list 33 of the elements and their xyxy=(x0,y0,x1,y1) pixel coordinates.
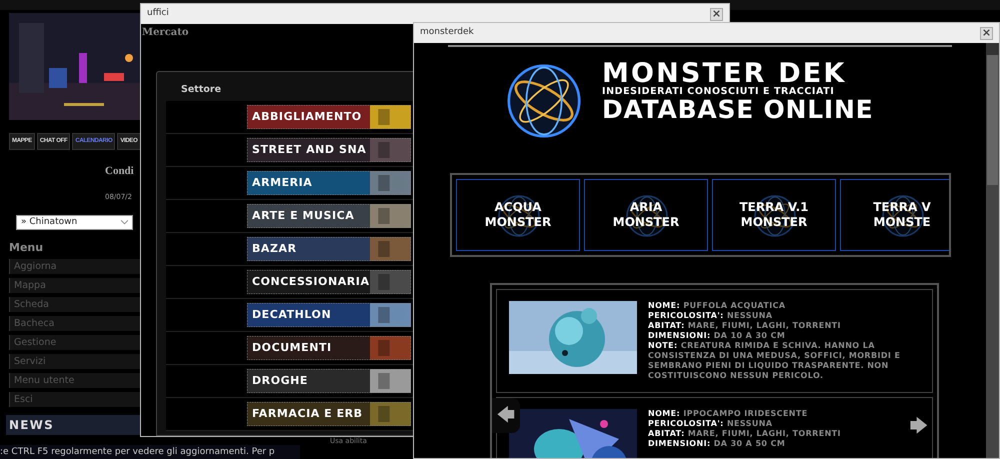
category-tile[interactable]: ACQUA MONSTER xyxy=(456,179,580,251)
chevron-icon xyxy=(121,220,128,225)
field-text: DIMENSIONI: DA 30 A 50 CM xyxy=(648,439,786,449)
category-tile[interactable]: TERRA V MONSTE xyxy=(840,179,949,251)
close-button[interactable]: × xyxy=(980,26,993,40)
prev-button[interactable]: 🡄 xyxy=(492,398,520,433)
logo-text: MONSTER DEK INDESIDERATI CONOSCIUTI E TRACCIATI DATABASE ONLINE xyxy=(602,60,874,122)
field-text: PERICOLOSITA': NESSUNA xyxy=(648,419,772,429)
field-text: NOME: IPPOCAMPO IRIDESCENTE xyxy=(648,409,808,419)
field-text: ABITAT: MARE, FIUMI, LAGHI, TORRENTI xyxy=(648,429,841,439)
close-button[interactable]: × xyxy=(710,8,723,20)
sector-button[interactable]: DOCUMENTI xyxy=(247,336,411,360)
menu-title: Menu xyxy=(9,240,44,256)
news-banner: NEWS xyxy=(6,414,140,434)
heading-text: Condi xyxy=(105,164,134,179)
sector-button[interactable]: FARMACIA E ERB xyxy=(247,402,411,426)
window-title: uffici xyxy=(147,7,169,20)
panel-title: Settore xyxy=(181,83,222,97)
category-tile[interactable]: TERRA V.1 MONSTER xyxy=(712,179,836,251)
sector-button[interactable]: DROGHE xyxy=(247,369,411,394)
news-ticker: :e CTRL F5 regolarmente per vedere gli aggiornamenti. Per p xyxy=(0,445,300,459)
next-button[interactable]: 🡆 xyxy=(907,413,931,435)
section-heading: Mercato xyxy=(142,26,189,40)
field-text: ABITAT: MARE, FIUMI, LAGHI, TORRENTI xyxy=(648,321,841,331)
sector-button[interactable]: DECATHLON xyxy=(247,303,411,328)
sector-button[interactable]: ARTE E MUSICA xyxy=(247,204,411,228)
field-text: PERICOLOSITA': NESSUNA xyxy=(648,311,772,321)
field-text: NOTE: CREATURA RIMIDA E SCHIVA. HANNO LA CONSISTENZA DI UNA MEDUSA, SOFFICI, MORBIDI E SEMBRANO PIENI DI LIQUIDO TRASPARENTE. NON COSTITUISCONO NESSUN PERICOLO. xyxy=(648,341,902,381)
category-tile[interactable]: ARIA MONSTER xyxy=(584,179,708,251)
window-title: monsterdek xyxy=(420,26,474,40)
field-text: DIMENSIONI: DA 10 A 30 CM xyxy=(648,331,786,341)
location-select[interactable]: » Chinatown xyxy=(16,215,133,230)
field-text: NOME: PUFFOLA ACQUATICA xyxy=(648,301,786,311)
